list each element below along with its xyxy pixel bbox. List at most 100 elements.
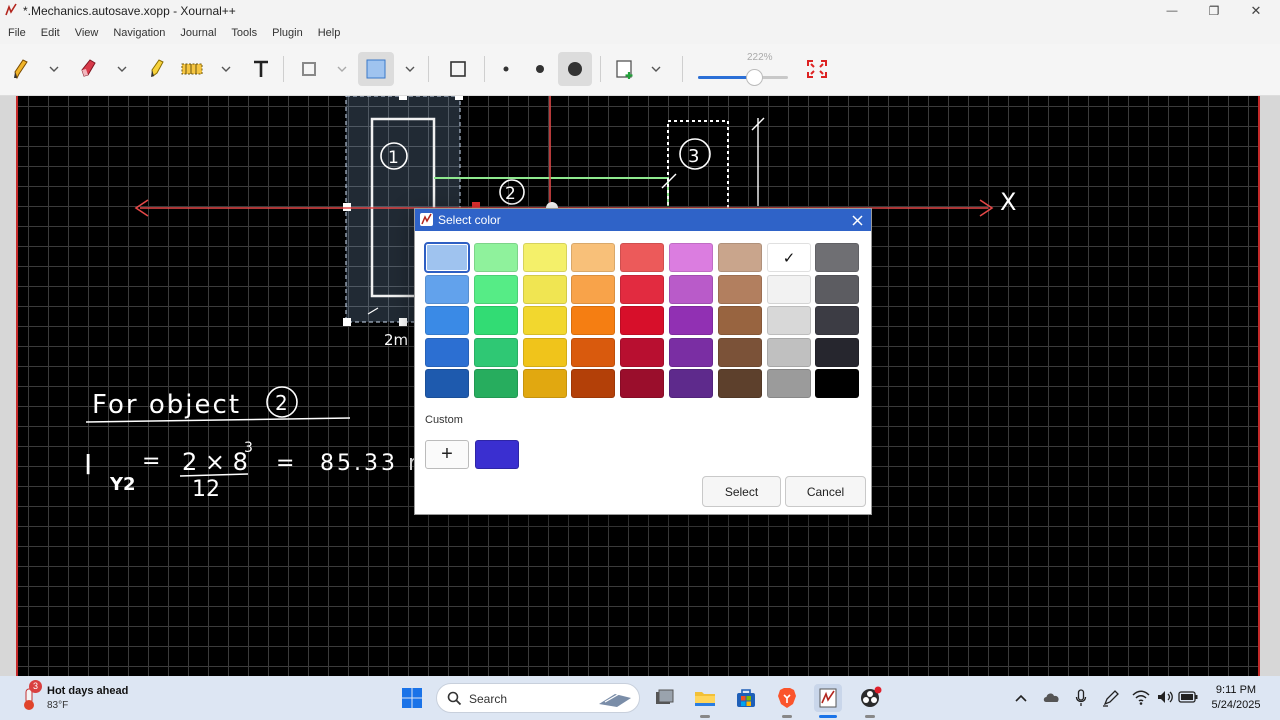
rectangle-tool-button[interactable] xyxy=(445,52,471,86)
color-swatch[interactable] xyxy=(571,369,615,398)
color-swatch[interactable] xyxy=(571,306,615,335)
onedrive-icon[interactable] xyxy=(1042,690,1062,704)
wifi-icon[interactable] xyxy=(1132,689,1150,705)
menu-file[interactable]: File xyxy=(8,27,26,39)
add-page-button[interactable] xyxy=(611,52,639,86)
color-swatch[interactable] xyxy=(718,275,762,304)
pen-tray-icon[interactable] xyxy=(1102,689,1120,707)
pen-tool-button[interactable] xyxy=(8,52,34,86)
color-swatch[interactable] xyxy=(718,369,762,398)
color-swatch[interactable] xyxy=(474,275,518,304)
color-swatch[interactable] xyxy=(815,275,859,304)
weather-widget[interactable]: 3 Hot days ahead 83°F xyxy=(18,680,148,714)
add-custom-color-button[interactable]: + xyxy=(425,440,469,469)
color-swatch[interactable] xyxy=(474,243,518,272)
selection-handle[interactable] xyxy=(343,203,351,211)
obs-button[interactable] xyxy=(856,684,884,712)
fill-color-button[interactable] xyxy=(358,52,394,86)
select-area-tool-button[interactable] xyxy=(178,52,208,86)
system-clock[interactable]: 9:11 PM 5/24/2025 xyxy=(1204,683,1268,713)
color-swatch[interactable] xyxy=(523,369,567,398)
start-button[interactable] xyxy=(398,684,426,712)
dialog-close-button[interactable] xyxy=(849,212,865,228)
color-swatch[interactable] xyxy=(767,275,811,304)
battery-icon[interactable] xyxy=(1178,691,1198,703)
menu-edit[interactable]: Edit xyxy=(41,27,60,39)
thin-line-button[interactable] xyxy=(494,52,518,86)
volume-icon[interactable] xyxy=(1156,689,1174,705)
maximize-button[interactable]: ❐ xyxy=(1194,0,1234,22)
brave-browser-button[interactable] xyxy=(773,684,801,712)
color-swatch[interactable] xyxy=(571,275,615,304)
color-swatch[interactable] xyxy=(669,306,713,335)
eraser-dropdown-icon[interactable] xyxy=(117,64,127,74)
xournal-taskbar-button[interactable] xyxy=(814,684,842,712)
color-swatch[interactable] xyxy=(523,338,567,367)
color-swatch[interactable] xyxy=(669,369,713,398)
menu-plugin[interactable]: Plugin xyxy=(272,27,303,39)
color-swatch[interactable] xyxy=(424,242,470,273)
highlighter-tool-button[interactable] xyxy=(144,52,170,86)
color-swatch[interactable] xyxy=(669,243,713,272)
color-swatch[interactable] xyxy=(767,369,811,398)
color-swatch[interactable] xyxy=(718,338,762,367)
color-swatch[interactable] xyxy=(425,275,469,304)
chevron-up-icon[interactable] xyxy=(1014,692,1028,704)
color-swatch[interactable] xyxy=(425,306,469,335)
color-swatch[interactable] xyxy=(669,338,713,367)
cancel-button[interactable]: Cancel xyxy=(785,476,866,507)
color-swatch[interactable] xyxy=(523,306,567,335)
close-window-button[interactable]: ✕ xyxy=(1236,0,1276,22)
shape-dropdown-icon[interactable] xyxy=(337,64,347,74)
color-swatch[interactable] xyxy=(571,338,615,367)
thick-line-button[interactable] xyxy=(558,52,592,86)
menu-navigation[interactable]: Navigation xyxy=(113,27,165,39)
add-page-dropdown-icon[interactable] xyxy=(651,64,661,74)
color-swatch[interactable] xyxy=(425,369,469,398)
color-swatch[interactable] xyxy=(718,306,762,335)
color-swatch[interactable] xyxy=(815,243,859,272)
microphone-icon[interactable] xyxy=(1075,689,1087,707)
selection-handle[interactable] xyxy=(343,318,351,326)
selection-handle[interactable] xyxy=(399,318,407,326)
task-view-button[interactable] xyxy=(650,684,678,712)
selection-handle[interactable] xyxy=(455,96,463,100)
color-swatch[interactable] xyxy=(620,306,664,335)
store-button[interactable] xyxy=(732,684,760,712)
color-swatch[interactable]: ✓ xyxy=(767,243,811,272)
color-swatch[interactable] xyxy=(718,243,762,272)
pen-dropdown-icon[interactable] xyxy=(49,64,59,74)
color-swatch[interactable] xyxy=(815,306,859,335)
color-swatch[interactable] xyxy=(815,369,859,398)
fill-color-dropdown-icon[interactable] xyxy=(405,64,415,74)
zoom-slider[interactable] xyxy=(698,69,788,86)
selection-handle[interactable] xyxy=(399,96,407,100)
menu-journal[interactable]: Journal xyxy=(180,27,216,39)
file-explorer-button[interactable] xyxy=(691,684,719,712)
text-tool-button[interactable] xyxy=(248,52,274,86)
menu-view[interactable]: View xyxy=(75,27,99,39)
medium-line-button[interactable] xyxy=(528,52,552,86)
color-swatch[interactable] xyxy=(815,338,859,367)
fit-screen-button[interactable] xyxy=(802,52,832,86)
color-swatch[interactable] xyxy=(620,338,664,367)
color-swatch[interactable] xyxy=(474,369,518,398)
zoom-slider-handle[interactable] xyxy=(746,69,763,86)
menu-help[interactable]: Help xyxy=(318,27,341,39)
color-swatch[interactable] xyxy=(474,338,518,367)
dialog-title-bar[interactable]: Select color xyxy=(415,209,871,231)
color-swatch[interactable] xyxy=(767,338,811,367)
shape-tool-button[interactable] xyxy=(296,52,322,86)
color-swatch[interactable] xyxy=(620,275,664,304)
color-swatch[interactable] xyxy=(669,275,713,304)
color-swatch[interactable] xyxy=(767,306,811,335)
select-button[interactable]: Select xyxy=(702,476,781,507)
color-swatch[interactable] xyxy=(571,243,615,272)
taskbar-search-box[interactable]: Search xyxy=(436,683,640,713)
color-swatch[interactable] xyxy=(474,306,518,335)
menu-tools[interactable]: Tools xyxy=(231,27,257,39)
custom-color-swatch[interactable] xyxy=(475,440,519,469)
select-dropdown-icon[interactable] xyxy=(221,64,231,74)
color-swatch[interactable] xyxy=(523,275,567,304)
minimize-button[interactable]: — xyxy=(1152,0,1192,22)
